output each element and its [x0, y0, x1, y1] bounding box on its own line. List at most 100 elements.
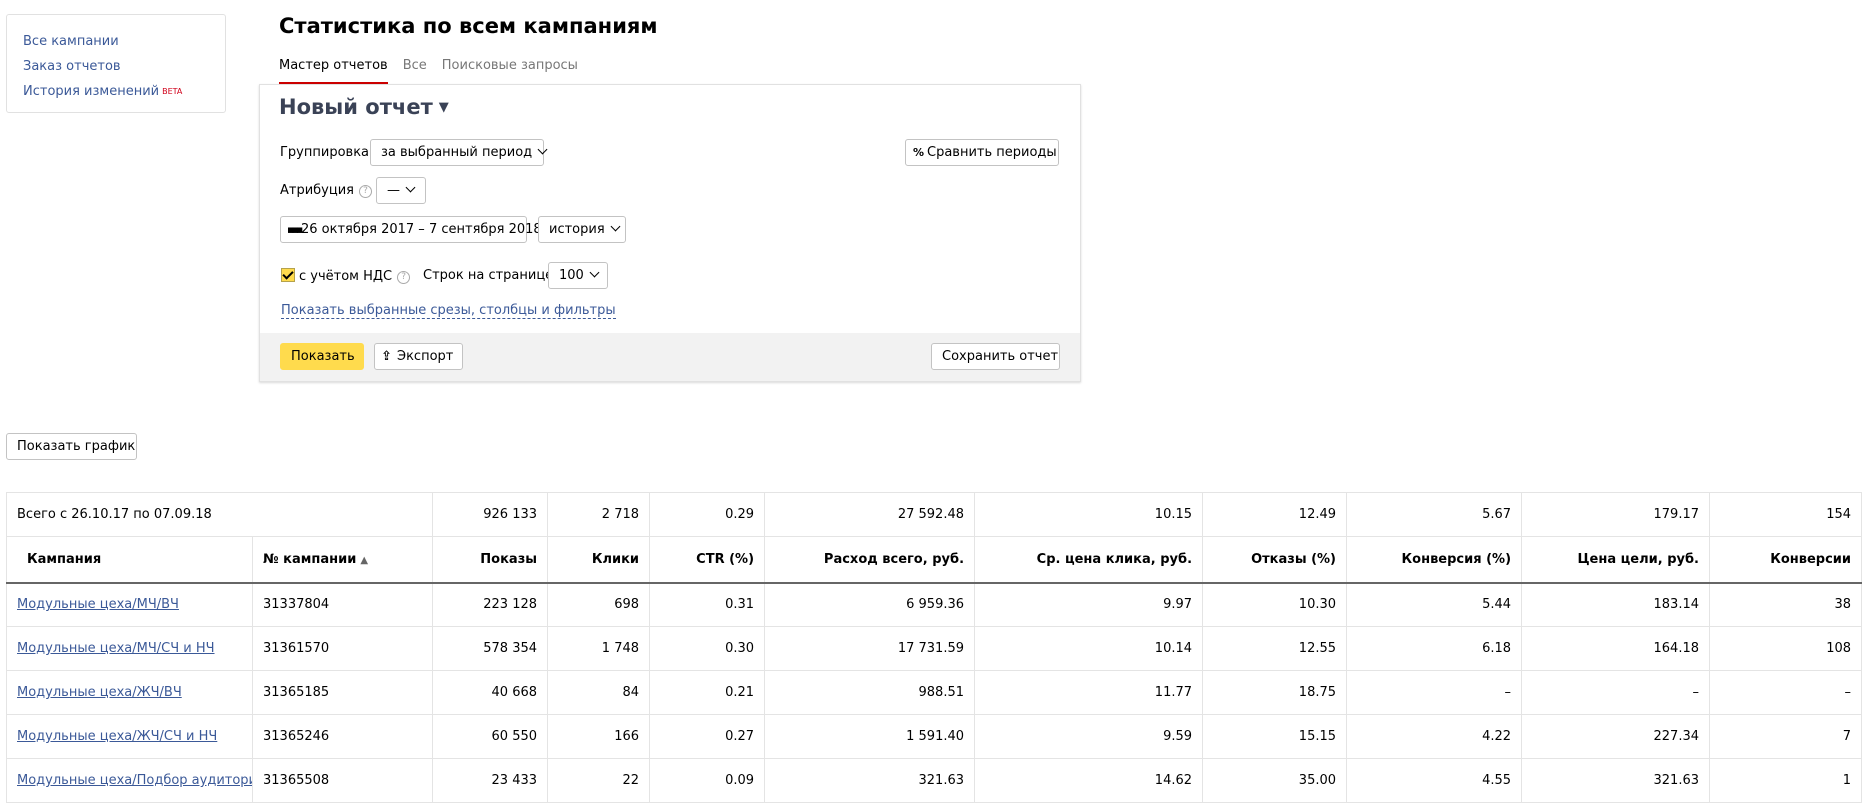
campaign-id-cell: 31337804 [251, 582, 434, 627]
column-header-goal-cost[interactable]: Цена цели, руб. [1521, 536, 1711, 584]
caret-down-icon: ▼ [438, 100, 449, 115]
table-cell: – [1346, 670, 1523, 715]
report-title-text: Новый отчет [279, 95, 433, 119]
table-cell: 22 [547, 758, 651, 803]
total-cell: 0.29 [649, 492, 766, 537]
table-cell: 578 354 [432, 626, 549, 671]
campaign-name-cell: Модульные цеха/Подбор аудитории [6, 758, 253, 803]
table-cell: 0.30 [649, 626, 766, 671]
campaign-link[interactable]: Модульные цеха/Подбор аудитории [17, 773, 252, 788]
table-cell: 164.18 [1521, 626, 1711, 671]
table-cell: 227.34 [1521, 714, 1711, 759]
attribution-label: Атрибуция? [280, 183, 372, 198]
total-cell: 154 [1709, 492, 1862, 537]
table-cell: – [1521, 670, 1711, 715]
sidebar-item-all-campaigns[interactable]: Все кампании [23, 29, 225, 54]
column-header-campaign-id[interactable]: № кампании ▲ [251, 536, 434, 584]
column-header-label: № кампании [263, 551, 357, 567]
table-cell: 9.59 [974, 714, 1204, 759]
grouping-value: за выбранный период [381, 145, 533, 160]
table-cell: 108 [1709, 626, 1862, 671]
stats-table: Всего с 26.10.17 по 07.09.18 926 133 2 7… [5, 492, 1862, 803]
campaign-name-cell: Модульные цеха/МЧ/ВЧ [6, 582, 253, 627]
column-header-clicks[interactable]: Клики [547, 536, 651, 584]
column-header-impressions[interactable]: Показы [432, 536, 549, 584]
checkbox-checked-icon[interactable] [281, 268, 295, 282]
sidebar-item-change-history[interactable]: История изменений BETA [23, 79, 225, 104]
attribution-label-text: Атрибуция [280, 183, 354, 198]
date-range-picker[interactable]: ▪▪▪26 октября 2017 – 7 сентября 2018 [280, 216, 542, 243]
campaign-name-cell: Модульные цеха/ЖЧ/ВЧ [6, 670, 253, 715]
sort-ascending-icon: ▲ [360, 554, 369, 566]
table-cell: 1 748 [547, 626, 651, 671]
table-cell: 9.97 [974, 582, 1204, 627]
tab-bar: Мастер отчетов Все Поисковые запросы [279, 58, 578, 84]
help-icon[interactable]: ? [397, 271, 411, 284]
total-cell: 2 718 [547, 492, 651, 537]
total-cell: 926 133 [432, 492, 549, 537]
table-cell: 321.63 [764, 758, 976, 803]
export-button[interactable]: ⇪ Экспорт [374, 343, 463, 370]
table-row: Модульные цеха/Подбор аудитории 31365508 2… [6, 758, 1862, 803]
table-cell: 4.55 [1346, 758, 1523, 803]
tab-all[interactable]: Все [403, 58, 427, 84]
sidebar-item-label: История изменений [23, 84, 160, 99]
show-chart-button[interactable]: Показать график [6, 433, 137, 460]
table-cell: 14.62 [974, 758, 1204, 803]
table-cell: 223 128 [432, 582, 549, 627]
export-label: Экспорт [397, 349, 454, 364]
sidebar: Все кампании Заказ отчетов История измен… [6, 14, 226, 113]
column-header-avg-cpc[interactable]: Ср. цена клика, руб. [974, 536, 1204, 584]
grouping-select[interactable]: за выбранный период [370, 139, 548, 166]
table-cell: 17 731.59 [764, 626, 976, 671]
table-row: Модульные цеха/ЖЧ/ВЧ 31365185 40 668 84 0.21… [6, 670, 1862, 715]
show-button[interactable]: Показать [280, 343, 364, 370]
campaign-link[interactable]: Модульные цеха/МЧ/СЧ и НЧ [17, 641, 215, 656]
campaign-id-cell: 31361570 [251, 626, 434, 671]
table-cell: – [1709, 670, 1862, 715]
column-header-bounces[interactable]: Отказы (%) [1202, 536, 1348, 584]
vat-label: с учётом НДС [299, 269, 393, 284]
compare-periods-button[interactable]: % Сравнить периоды [905, 139, 1059, 166]
table-cell: 84 [547, 670, 651, 715]
table-cell: 40 668 [432, 670, 549, 715]
column-header-ctr[interactable]: CTR (%) [649, 536, 766, 584]
history-select[interactable]: история [538, 216, 626, 243]
campaign-link[interactable]: Модульные цеха/МЧ/ВЧ [17, 597, 179, 612]
grouping-label: Группировка [280, 145, 370, 160]
table-cell: 10.30 [1202, 582, 1348, 627]
show-selected-wrapper: Показать выбранные срезы, столбцы и филь… [281, 303, 616, 319]
column-header-conversions[interactable]: Конверсии [1709, 536, 1862, 584]
rows-per-page-select[interactable]: 100 [548, 262, 608, 289]
campaign-link[interactable]: Модульные цеха/ЖЧ/СЧ и НЧ [17, 729, 217, 744]
tab-search-queries[interactable]: Поисковые запросы [442, 58, 578, 84]
table-cell: 698 [547, 582, 651, 627]
save-report-button[interactable]: Сохранить отчет [931, 343, 1060, 370]
campaign-id-cell: 31365246 [251, 714, 434, 759]
campaign-link[interactable]: Модульные цеха/ЖЧ/ВЧ [17, 685, 182, 700]
table-cell: 1 [1709, 758, 1862, 803]
vat-checkbox[interactable]: с учётом НДС? [281, 268, 411, 284]
show-selected-link[interactable]: Показать выбранные срезы, столбцы и филь… [281, 303, 616, 319]
table-cell: 0.09 [649, 758, 766, 803]
table-row: Модульные цеха/МЧ/ВЧ 31337804 223 128 698 0.… [6, 582, 1862, 627]
tab-report-wizard[interactable]: Мастер отчетов [279, 58, 388, 84]
column-header-campaign[interactable]: Кампания [6, 536, 253, 584]
total-cell: 10.15 [974, 492, 1204, 537]
table-cell: 38 [1709, 582, 1862, 627]
report-title[interactable]: Новый отчет ▼ [279, 95, 449, 119]
attribution-select[interactable]: — [376, 177, 426, 204]
table-cell: 5.44 [1346, 582, 1523, 627]
total-cell: 5.67 [1346, 492, 1523, 537]
table-cell: 6 959.36 [764, 582, 976, 627]
calendar-icon: ▪▪▪ [287, 223, 303, 236]
table-cell: 6.18 [1346, 626, 1523, 671]
table-cell: 15.15 [1202, 714, 1348, 759]
help-icon[interactable]: ? [359, 185, 372, 198]
beta-badge: BETA [162, 87, 183, 96]
column-header-spend[interactable]: Расход всего, руб. [764, 536, 976, 584]
table-cell: 18.75 [1202, 670, 1348, 715]
sidebar-item-order-reports[interactable]: Заказ отчетов [23, 54, 225, 79]
campaign-name-cell: Модульные цеха/МЧ/СЧ и НЧ [6, 626, 253, 671]
column-header-conversion-rate[interactable]: Конверсия (%) [1346, 536, 1523, 584]
